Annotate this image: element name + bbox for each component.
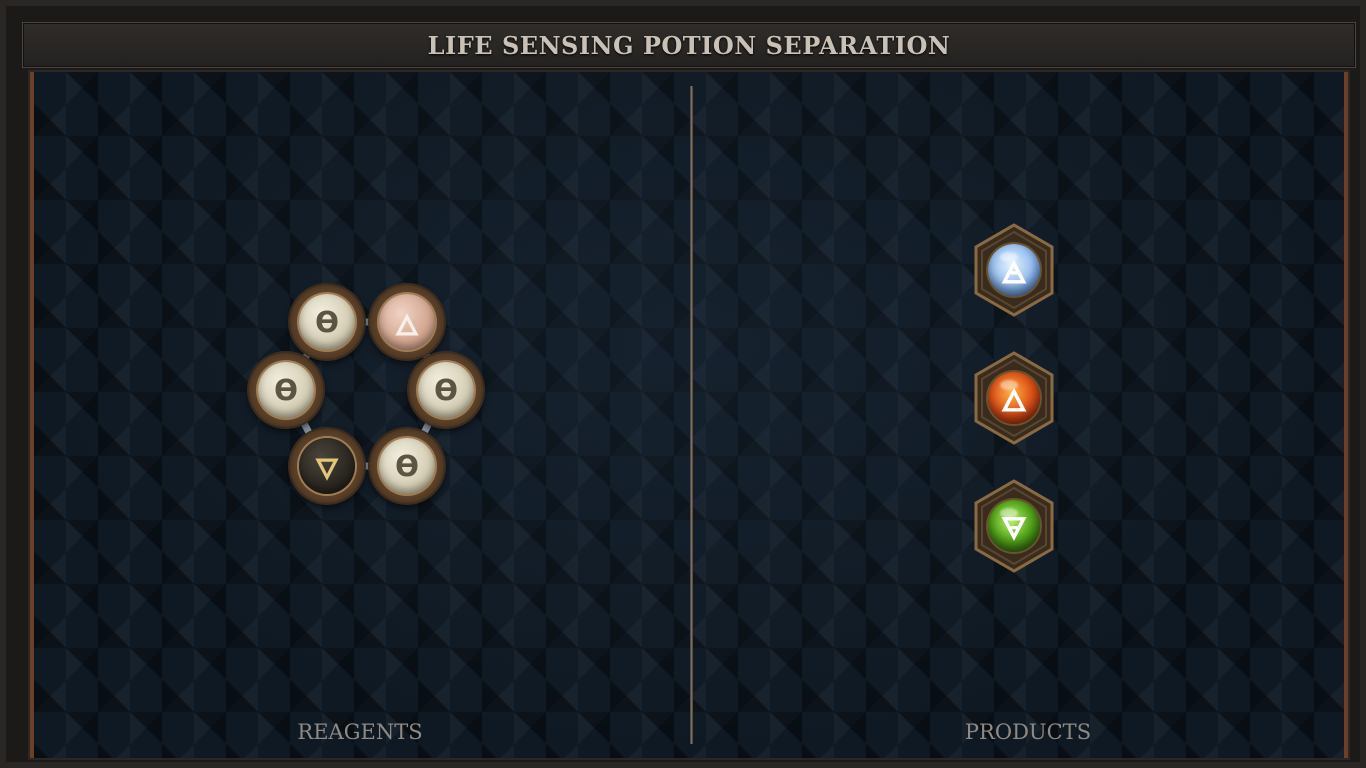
reagent-node[interactable]: 🜂 — [370, 285, 444, 359]
reagent-node[interactable]: ϴ — [409, 353, 483, 427]
salt-symbol-icon: ϴ — [258, 362, 314, 418]
window-frame: LIFE SENSING POTION SEPARATION ϴ 🜂 ϴ ϴ 🜄… — [0, 0, 1366, 768]
fire-symbol-icon: 🜂 — [379, 294, 435, 350]
water-symbol-icon: 🜄 — [299, 438, 355, 494]
reagent-node[interactable]: ϴ — [370, 429, 444, 503]
reagents-label: REAGENTS — [297, 720, 423, 744]
salt-symbol-icon: ϴ — [379, 438, 435, 494]
reagent-ring: ϴ 🜂 ϴ ϴ 🜄 ϴ — [34, 72, 1344, 758]
product-gem-earth[interactable]: 🜃 — [972, 479, 1056, 573]
products-label: PRODUCTS — [964, 720, 1092, 744]
salt-symbol-icon: ϴ — [418, 362, 474, 418]
reagent-node[interactable]: ϴ — [249, 353, 323, 427]
product-gem-fire[interactable]: 🜂 — [972, 351, 1056, 445]
title-bar: LIFE SENSING POTION SEPARATION — [22, 22, 1356, 68]
air-symbol-icon: 🜁 — [988, 244, 1040, 296]
reagent-node[interactable]: 🜄 — [290, 429, 364, 503]
earth-symbol-icon: 🜃 — [988, 500, 1040, 552]
reagent-node[interactable]: ϴ — [290, 285, 364, 359]
panel-divider — [690, 86, 693, 744]
fire-symbol-icon: 🜂 — [988, 372, 1040, 424]
alchemy-panel: ϴ 🜂 ϴ ϴ 🜄 ϴ REAGENTS � — [28, 70, 1350, 760]
window-title: LIFE SENSING POTION SEPARATION — [427, 30, 951, 60]
salt-symbol-icon: ϴ — [299, 294, 355, 350]
product-gem-air[interactable]: 🜁 — [972, 223, 1056, 317]
reagent-bonds — [282, 318, 450, 470]
